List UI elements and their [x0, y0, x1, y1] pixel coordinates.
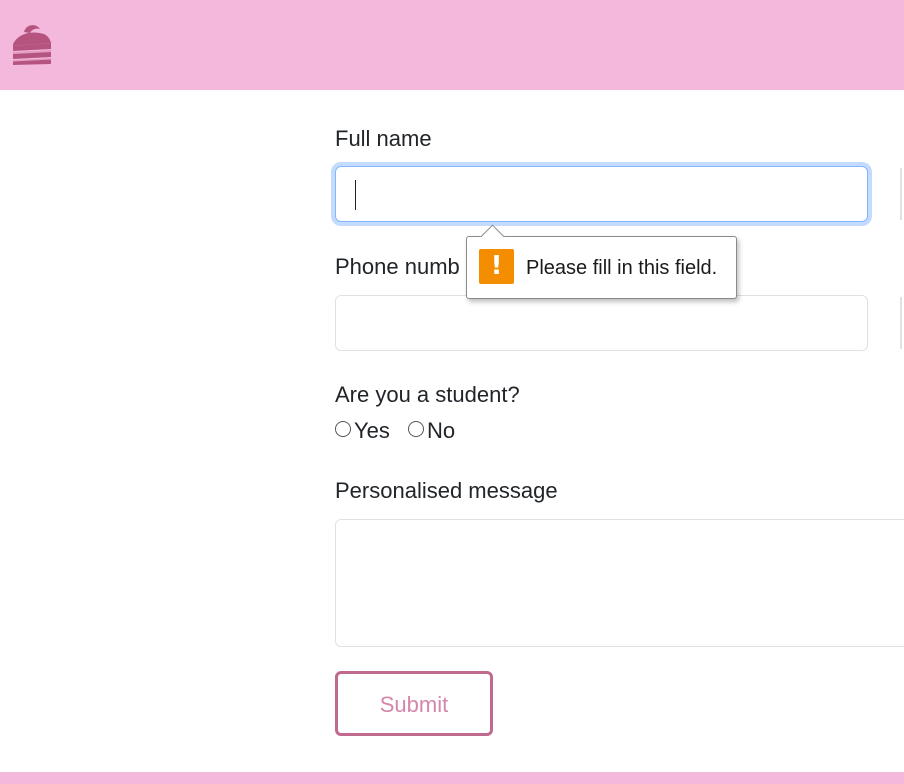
full-name-label: Full name: [335, 126, 432, 151]
radio-yes-label[interactable]: Yes: [354, 418, 390, 444]
radio-yes-button[interactable]: [335, 421, 351, 437]
phone-number-input[interactable]: [335, 295, 868, 351]
tooltip-arrow: [480, 224, 505, 249]
cake-slice-icon[interactable]: [10, 22, 54, 66]
site-header: [0, 0, 904, 90]
adjacent-field-edge: [900, 297, 904, 349]
warning-icon: !: [479, 249, 514, 284]
student-question-label: Are you a student?: [335, 382, 520, 407]
submit-button[interactable]: Submit: [335, 671, 493, 736]
adjacent-field-edge: [900, 168, 904, 220]
personalised-message-label: Personalised message: [335, 478, 558, 503]
site-footer: [0, 772, 904, 784]
page: Full name Phone numb Are you a student? …: [0, 0, 904, 784]
text-caret: [355, 180, 356, 210]
radio-no-button[interactable]: [408, 421, 424, 437]
personalised-message-textarea[interactable]: [335, 519, 904, 647]
radio-no-label[interactable]: No: [427, 418, 455, 444]
validation-message: Please fill in this field.: [526, 257, 718, 279]
validation-tooltip: ! Please fill in this field.: [466, 224, 737, 299]
full-name-input[interactable]: [335, 166, 868, 222]
phone-number-label: Phone numb: [335, 254, 460, 279]
